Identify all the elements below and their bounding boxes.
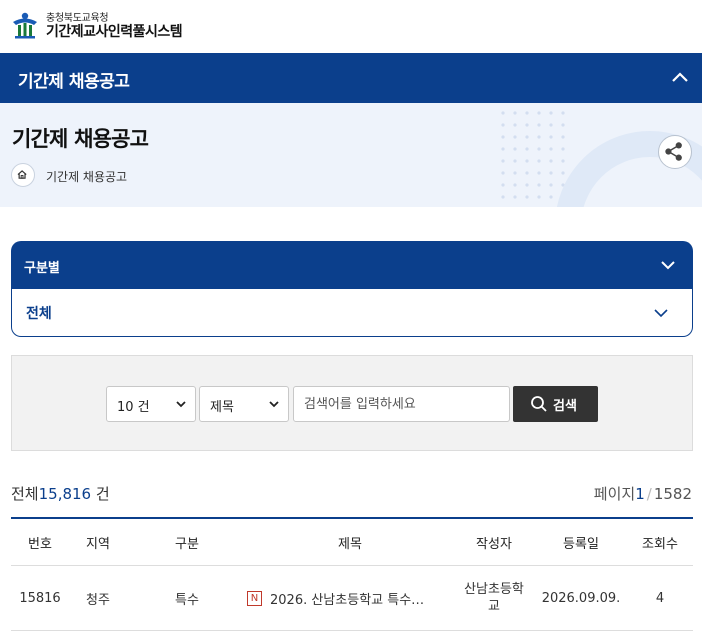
new-badge: N: [247, 590, 262, 606]
page-size-select[interactable]: 10 건: [106, 386, 196, 422]
col-header-title: 제목: [247, 517, 453, 566]
col-header-views: 조회수: [627, 517, 693, 566]
search-input[interactable]: [293, 386, 510, 422]
chevron-down-icon[interactable]: [659, 256, 677, 274]
page-separator: /: [646, 485, 652, 503]
home-button[interactable]: [11, 163, 35, 187]
share-icon: [665, 142, 682, 161]
writer-line-1: 산남초등학: [464, 582, 524, 597]
search-field-value: 제목: [210, 400, 234, 415]
search-field-select[interactable]: 제목: [199, 386, 289, 422]
chevron-down-icon: [654, 309, 668, 318]
chevron-up-icon[interactable]: [670, 68, 690, 88]
total-suffix: 건: [91, 485, 110, 503]
cell-writer: 산남초등학교: [453, 565, 535, 631]
table-header-row: 번호 지역 구분 제목 작성자 등록일 조회수: [11, 517, 693, 566]
site-header: 충청북도교육청 기간제교사인력풀시스템: [0, 0, 702, 53]
cell-views: 4: [627, 565, 693, 631]
section-menu-title: 기간제 채용공고: [18, 72, 130, 92]
search-button-label: 검색: [553, 398, 577, 413]
search-panel: 10 건 제목 검색: [11, 355, 693, 451]
table-row[interactable]: 15816 청주 특수 N2026. 산남초등학교 특수교육실무사 채용 공고 …: [11, 565, 693, 631]
search-icon: [531, 396, 547, 412]
category-label: 구분별: [24, 261, 60, 276]
cell-date: 2026.09.09.: [535, 565, 627, 631]
category-select[interactable]: 전체: [11, 289, 693, 337]
posting-title-link[interactable]: 2026. 산남초등학교 특수교육실무사 채용 공고: [270, 589, 425, 608]
cell-number: 15816: [11, 565, 69, 631]
total-pages: 1582: [653, 485, 692, 503]
col-header-date: 등록일: [535, 517, 627, 566]
total-count: 전체15,816 건: [11, 483, 110, 504]
col-header-number: 번호: [11, 517, 69, 566]
chevron-down-icon: [176, 401, 186, 408]
page-indicator: 페이지1/1582: [594, 483, 692, 504]
total-number: 15,816: [38, 485, 92, 503]
share-button[interactable]: [658, 135, 692, 169]
section-menu-bar[interactable]: 기간제 채용공고: [0, 53, 702, 103]
total-prefix: 전체: [11, 485, 39, 503]
education-office-logo[interactable]: [10, 10, 40, 40]
writer-line-2: 교: [488, 599, 500, 614]
category-selected-value: 전체: [26, 306, 52, 322]
col-header-region: 지역: [69, 517, 127, 566]
home-icon: [17, 170, 27, 179]
system-name[interactable]: 기간제교사인력풀시스템: [46, 21, 183, 41]
page-hero: 기간제 채용공고 기간제 채용공고: [0, 103, 702, 207]
cell-type: 특수: [127, 565, 247, 631]
breadcrumb[interactable]: 기간제 채용공고: [46, 168, 127, 185]
current-page: 1: [635, 485, 645, 503]
cell-title[interactable]: N 2026. 산남초등학교 특수교육실무사 채용 공고: [247, 565, 453, 631]
category-header[interactable]: 구분별: [11, 241, 693, 289]
col-header-type: 구분: [127, 517, 247, 566]
job-posting-table: 번호 지역 구분 제목 작성자 등록일 조회수 15816 청주 특수 N 202…: [11, 517, 693, 631]
page-title: 기간제 채용공고: [12, 127, 149, 151]
page-size-value: 10 건: [117, 400, 150, 415]
cell-region: 청주: [69, 565, 127, 631]
page-prefix: 페이지: [593, 485, 636, 503]
search-button[interactable]: 검색: [513, 386, 598, 422]
col-header-writer: 작성자: [453, 517, 535, 566]
chevron-down-icon: [269, 401, 279, 408]
